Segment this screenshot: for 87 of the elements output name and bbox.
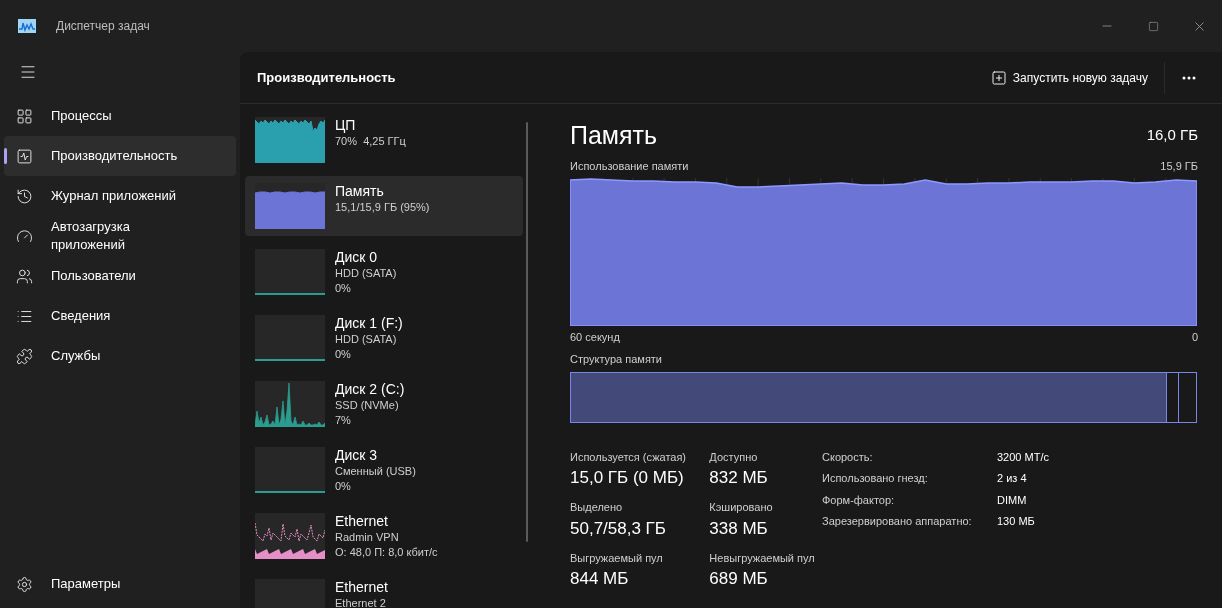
device-name: Ethernet <box>335 513 389 530</box>
device-info: Сменный (USB) <box>335 464 416 479</box>
users-icon <box>16 267 33 285</box>
more-icon <box>1182 75 1196 80</box>
graph-thumbnail <box>255 117 325 163</box>
device-info: О: 48,0 П: 8,0 кбит/с <box>335 545 438 560</box>
app-icon <box>18 19 36 33</box>
x-axis-label: 60 секунд <box>570 329 620 345</box>
sidebar-item[interactable]: Процессы <box>4 96 236 136</box>
device-item[interactable]: Ethernet Ethernet 2 <box>245 572 523 608</box>
sidebar-item[interactable]: Автозагрузка приложений <box>4 216 236 256</box>
sidebar-item[interactable]: Производительность <box>4 136 236 176</box>
page-title: Производительность <box>257 68 396 87</box>
property-label: Использовано гнезд: <box>822 471 929 486</box>
device-item[interactable]: Диск 1 (F:) HDD (SATA) 0% <box>245 308 523 368</box>
window-title: Диспетчер задач <box>56 18 150 35</box>
maximize-icon <box>1147 20 1159 32</box>
puzzle-icon <box>16 347 33 365</box>
device-item[interactable]: Диск 2 (C:) SSD (NVMe) 7% <box>245 374 523 434</box>
graph-thumbnail <box>255 447 325 493</box>
sidebar-item[interactable]: Журнал приложений <box>4 176 236 216</box>
device-name: Диск 0 <box>335 249 379 266</box>
stat-value: 844 МБ <box>570 568 630 590</box>
chart-title: Использование памяти <box>570 159 689 174</box>
history-icon <box>16 187 33 205</box>
sidebar-item[interactable]: Пользователи <box>4 256 236 296</box>
device-info: 70% 4,25 ГГц <box>335 134 406 149</box>
device-item[interactable]: Память 15,1/15,9 ГБ (95%) <box>245 176 523 236</box>
device-info: 7% <box>335 413 352 428</box>
device-info: 15,1/15,9 ГБ (95%) <box>335 200 430 215</box>
stat-label: Выгружаемый пул <box>570 550 664 566</box>
stat-value: 338 МБ <box>709 517 769 540</box>
device-name: Диск 3 <box>335 447 379 464</box>
x-axis-label: 0 <box>1191 329 1198 345</box>
detail-title: Память <box>570 120 658 150</box>
device-name: Память <box>335 183 385 200</box>
device-item[interactable]: Ethernet Radmin VPN О: 48,0 П: 8,0 кбит/с <box>245 506 523 566</box>
device-info: 0% <box>335 479 352 494</box>
graph-thumbnail <box>255 513 325 559</box>
property-value: 3200 МТ/с <box>997 449 1049 465</box>
stat-label: Выделено <box>570 500 624 515</box>
property-label: Зарезервировано аппаратно: <box>822 514 973 529</box>
property-label: Скорость: <box>822 449 874 465</box>
graph-thumbnail <box>255 315 325 361</box>
gauge-icon <box>16 227 33 245</box>
device-name: Ethernet <box>335 579 388 596</box>
device-info: 0% <box>335 281 352 296</box>
device-info: HDD (SATA) <box>335 332 398 347</box>
stat-value: 832 МБ <box>709 467 769 489</box>
sidebar-item[interactable]: Сведения <box>4 296 236 336</box>
selection-indicator <box>4 148 7 164</box>
device-name: Диск 2 (C:) <box>335 381 405 398</box>
total-memory: 16,0 ГБ <box>1146 124 1198 145</box>
property-value: 2 из 4 <box>997 471 1028 486</box>
device-item[interactable]: ЦП 70% 4,25 ГГц <box>245 110 523 170</box>
property-value: DIMM <box>997 492 1028 508</box>
menu-icon <box>19 63 37 81</box>
device-info: SSD (NVMe) <box>335 398 400 413</box>
stat-label: Используется (сжатая) <box>570 449 688 465</box>
composition-title: Структура памяти <box>570 352 664 367</box>
y-axis-max-label: 15,9 ГБ <box>1160 159 1198 174</box>
stat-value: 15,0 ГБ (0 МБ) <box>570 467 685 489</box>
stat-value: 50,7/58,3 ГБ <box>570 517 667 540</box>
stat-label: Невыгружаемый пул <box>709 550 816 566</box>
grid-icon <box>16 107 33 125</box>
device-name: Диск 1 (F:) <box>335 315 403 332</box>
device-name: ЦП <box>335 117 357 134</box>
device-info: Ethernet 2 <box>335 596 387 608</box>
graph-thumbnail <box>255 381 325 427</box>
device-info: HDD (SATA) <box>335 266 397 281</box>
new-task-icon <box>990 69 1007 86</box>
performance-icon <box>16 147 33 165</box>
settings-item[interactable]: Параметры <box>4 564 236 604</box>
settings-icon <box>16 575 33 593</box>
run-new-task-button[interactable]: Запустить новую задачу <box>982 61 1156 94</box>
graph-thumbnail <box>255 183 325 229</box>
device-info: 0% <box>335 347 352 362</box>
device-item[interactable]: Диск 3 Сменный (USB) 0% <box>245 440 523 500</box>
device-info: Radmin VPN <box>335 530 400 545</box>
device-item[interactable]: Диск 0 HDD (SATA) 0% <box>245 242 523 302</box>
property-label: Форм-фактор: <box>822 492 896 508</box>
graph-thumbnail <box>255 249 325 295</box>
stat-value: 689 МБ <box>709 568 769 590</box>
sidebar-item[interactable]: Службы <box>4 336 236 376</box>
property-value: 130 МБ <box>997 514 1036 529</box>
stat-label: Доступно <box>709 449 759 465</box>
stat-label: Кэшировано <box>709 500 774 515</box>
